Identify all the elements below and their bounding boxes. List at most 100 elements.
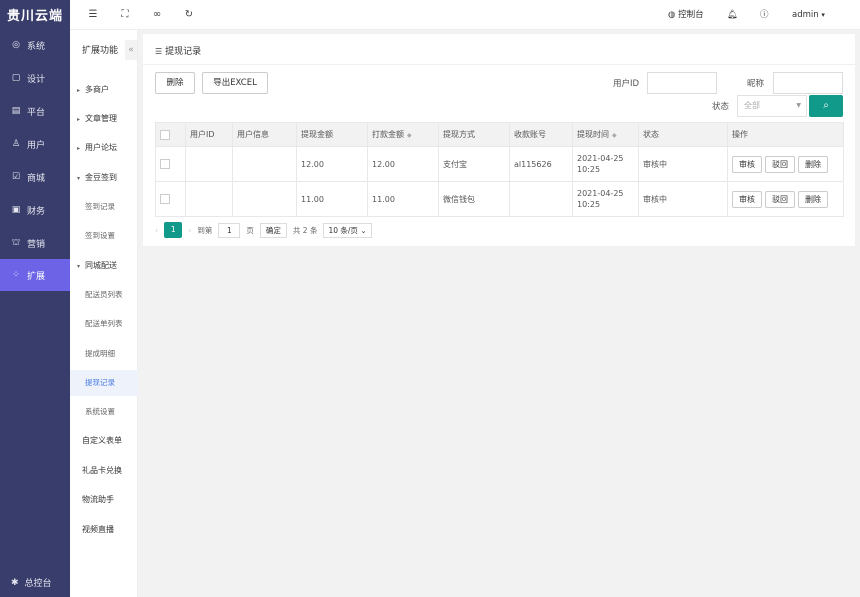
nav-item-system[interactable]: ◎ 系统 bbox=[0, 29, 70, 61]
cell-ops: 审核 驳回 删除 bbox=[727, 181, 844, 217]
collapse-icon[interactable]: « bbox=[125, 40, 137, 60]
cell-method: 支付宝 bbox=[438, 146, 510, 182]
gear-icon: ✱ bbox=[11, 577, 19, 588]
submenu-item-logistics[interactable]: 物流助手 bbox=[70, 487, 138, 513]
submenu-item-checkin-settings[interactable]: 签到设置 bbox=[70, 223, 138, 249]
search-button[interactable]: ⌕ bbox=[809, 95, 843, 117]
list-icon: ☰ bbox=[155, 47, 163, 56]
submenu-item-checkin[interactable]: ▾ 金豆签到 bbox=[70, 165, 138, 191]
fullscreen-icon[interactable]: ⛶ bbox=[118, 8, 132, 22]
cell-ops: 审核 驳回 删除 bbox=[727, 146, 844, 182]
row-select-cell[interactable] bbox=[155, 146, 186, 182]
page-size-select[interactable]: 10 条/页 ⌄ bbox=[323, 222, 372, 238]
user-icon: ♙ bbox=[11, 138, 21, 149]
cell-account bbox=[509, 181, 573, 217]
topbar: ☰ ⛶ ∞ ↻ ◍ 控制台 🔔︎ ⓘ admin ▾ bbox=[70, 0, 860, 30]
nav-item-mall[interactable]: ☑ 商城 bbox=[0, 161, 70, 193]
status-select[interactable]: 全部 ▼ bbox=[737, 95, 807, 117]
next-page-icon[interactable]: › bbox=[188, 226, 191, 235]
bell-icon[interactable]: 🔔︎ bbox=[727, 0, 738, 30]
status-label: 状态 bbox=[712, 102, 730, 112]
nav-item-design[interactable]: ▢ 设计 bbox=[0, 62, 70, 94]
submenu-item-courier-list[interactable]: 配送员列表 bbox=[70, 282, 138, 308]
submenu-item-withdraw-records[interactable]: 提现记录 bbox=[70, 370, 138, 396]
goto-confirm-button[interactable]: 确定 bbox=[259, 222, 287, 238]
caret-down-icon: ▾ bbox=[77, 263, 81, 270]
link-icon[interactable]: ∞ bbox=[150, 8, 164, 22]
page-unit-label: 页 bbox=[246, 225, 254, 235]
submenu-item-forum[interactable]: ▸ 用户论坛 bbox=[70, 135, 138, 161]
page-title: ☰ 提现记录 bbox=[155, 47, 202, 57]
goto-page-input[interactable]: 1 bbox=[218, 222, 241, 238]
cell-status: 审核中 bbox=[638, 181, 728, 217]
column-header-sortable[interactable]: 打款金额 ◆ bbox=[367, 122, 439, 147]
cell-user-id bbox=[185, 181, 233, 217]
checkbox[interactable] bbox=[160, 194, 170, 204]
user-menu[interactable]: admin ▾ bbox=[792, 0, 825, 30]
nav-item-marketing[interactable]: ⛫ 营销 bbox=[0, 227, 70, 259]
export-excel-button[interactable]: 导出EXCEL bbox=[202, 72, 268, 94]
submenu-item-articles[interactable]: ▸ 文章管理 bbox=[70, 106, 138, 132]
chevron-down-icon: ▼ bbox=[796, 102, 801, 109]
page-number-current[interactable]: 1 bbox=[164, 222, 183, 238]
delete-row-button[interactable]: 删除 bbox=[798, 190, 828, 208]
cell-user-info bbox=[232, 181, 297, 217]
nav-item-extension[interactable]: ⁘ 扩展 bbox=[0, 259, 70, 291]
user-id-input[interactable] bbox=[647, 72, 717, 94]
submenu-item-checkin-records[interactable]: 签到记录 bbox=[70, 194, 138, 220]
caret-down-icon: ▾ bbox=[77, 175, 81, 182]
chevron-down-icon: ▾ bbox=[821, 11, 825, 19]
submenu-item-system-settings[interactable]: 系统设置 bbox=[70, 399, 138, 425]
approve-button[interactable]: 审核 bbox=[732, 190, 762, 208]
refresh-icon[interactable]: ↻ bbox=[182, 8, 196, 22]
withdraw-table: 用户ID 用户信息 提现金额 打款金额 ◆ 提现方式 收款账号 提现时间 ◆ 状态 … bbox=[155, 122, 844, 217]
extension-icon: ⁘ bbox=[12, 269, 20, 280]
prev-page-icon[interactable]: ‹ bbox=[155, 226, 158, 235]
submenu-item-giftcard[interactable]: 礼品卡兑换 bbox=[70, 458, 138, 484]
column-header-sortable[interactable]: 提现时间 ◆ bbox=[572, 122, 639, 147]
console-link[interactable]: ◍ 控制台 bbox=[668, 0, 704, 30]
pagination: ‹ 1 › 到第 1 页 确定 共 2 条 10 条/页 ⌄ bbox=[155, 221, 372, 239]
approve-button[interactable]: 审核 bbox=[732, 155, 762, 173]
cell-paid: 11.00 bbox=[367, 181, 439, 217]
submenu-item-commission[interactable]: 提成明细 bbox=[70, 341, 138, 367]
caret-right-icon: ▸ bbox=[77, 145, 81, 152]
cell-time: 2021-04-25 10:25 bbox=[572, 146, 639, 182]
search-icon: ⌕ bbox=[823, 100, 829, 111]
column-header: 提现金额 bbox=[296, 122, 368, 147]
mall-icon: ☑ bbox=[11, 171, 21, 182]
nav-item-finance[interactable]: ▣ 财务 bbox=[0, 194, 70, 226]
checkbox[interactable] bbox=[160, 159, 170, 169]
delete-row-button[interactable]: 删除 bbox=[798, 155, 828, 173]
sort-icon[interactable]: ◆ bbox=[612, 132, 617, 139]
cell-user-id bbox=[185, 146, 233, 182]
cell-user-info bbox=[232, 146, 297, 182]
help-icon[interactable]: ⓘ bbox=[760, 0, 769, 30]
finance-icon: ▣ bbox=[11, 204, 21, 215]
table-header-row: 用户ID 用户信息 提现金额 打款金额 ◆ 提现方式 收款账号 提现时间 ◆ 状态 … bbox=[155, 122, 844, 147]
select-all-cell[interactable] bbox=[155, 122, 186, 147]
submenu-item-order-list[interactable]: 配送单列表 bbox=[70, 311, 138, 337]
menu-toggle-icon[interactable]: ☰ bbox=[86, 8, 100, 22]
platform-icon: ▤ bbox=[11, 105, 21, 116]
column-header: 状态 bbox=[638, 122, 728, 147]
submenu-item-merchant[interactable]: ▸ 多商户 bbox=[70, 77, 138, 103]
nav-footer-console[interactable]: ✱ 总控台 bbox=[0, 576, 70, 590]
submenu-item-delivery[interactable]: ▾ 同城配送 bbox=[70, 253, 138, 279]
nav-item-user[interactable]: ♙ 用户 bbox=[0, 128, 70, 160]
row-select-cell[interactable] bbox=[155, 181, 186, 217]
table-row: 12.00 12.00 支付宝 al115626 2021-04-25 10:2… bbox=[155, 146, 844, 182]
globe-icon: ◍ bbox=[668, 10, 676, 20]
reject-button[interactable]: 驳回 bbox=[765, 190, 795, 208]
cell-paid: 12.00 bbox=[367, 146, 439, 182]
submenu-item-live[interactable]: 视频直播 bbox=[70, 517, 138, 543]
sort-icon[interactable]: ◆ bbox=[407, 132, 412, 139]
submenu-item-custom-form[interactable]: 自定义表单 bbox=[70, 428, 138, 454]
nickname-input[interactable] bbox=[773, 72, 843, 94]
delete-button[interactable]: 删除 bbox=[155, 72, 195, 94]
total-count: 共 2 条 bbox=[292, 225, 318, 235]
checkbox[interactable] bbox=[160, 129, 170, 140]
cell-account: al115626 bbox=[509, 146, 573, 182]
reject-button[interactable]: 驳回 bbox=[765, 155, 795, 173]
nav-item-platform[interactable]: ▤ 平台 bbox=[0, 95, 70, 127]
